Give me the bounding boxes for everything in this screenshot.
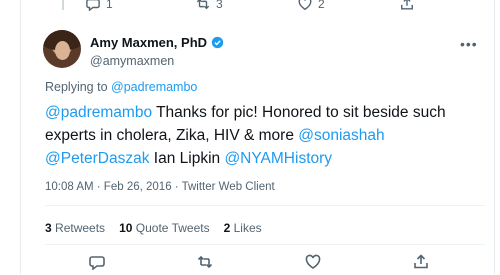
likes-stat[interactable]: 2 Likes — [224, 221, 262, 235]
previous-tweet-actions: 1 3 2 — [78, 0, 418, 13]
like-action-button[interactable] — [305, 254, 321, 275]
verified-badge-icon — [211, 36, 224, 49]
quote-tweets-stat[interactable]: 10 Quote Tweets — [119, 221, 210, 235]
retweet-action-button[interactable] — [197, 254, 213, 275]
like-count: 2 — [318, 0, 325, 11]
tweet-text: @padremambo Thanks for pic! Honored to s… — [45, 101, 485, 170]
share-action-button[interactable] — [413, 254, 429, 275]
likes-label: Likes — [233, 221, 262, 235]
retweets-stat[interactable]: 3 Retweets — [45, 221, 105, 235]
heart-icon — [298, 0, 312, 11]
retweet-count: 3 — [216, 0, 223, 11]
mention-soniashah[interactable]: @soniashah — [298, 127, 384, 144]
retweet-button[interactable]: 3 — [196, 0, 223, 11]
heart-icon — [305, 254, 321, 269]
retweet-icon — [197, 255, 213, 269]
author-avatar[interactable] — [43, 30, 81, 68]
retweet-icon — [196, 0, 210, 10]
reply-action-button[interactable] — [89, 254, 105, 275]
retweets-label: Retweets — [55, 221, 106, 235]
reply-icon — [89, 256, 105, 271]
mention-peterdaszak[interactable]: @PeterDaszak — [45, 150, 149, 167]
reply-button[interactable]: 1 — [86, 0, 113, 11]
share-icon — [414, 254, 428, 269]
tweet-body-text-2: Ian Lipkin — [149, 150, 225, 167]
mention-nyamhistory[interactable]: @NYAMHistory — [224, 150, 332, 167]
author-handle[interactable]: @amymaxmen — [90, 54, 224, 68]
tweet-actions — [45, 254, 485, 274]
retweets-count: 3 — [45, 221, 52, 235]
more-options-icon[interactable]: ••• — [460, 36, 478, 52]
divider-bottom — [45, 244, 485, 245]
replying-to-label: Replying to — [45, 80, 108, 94]
author-display-name: Amy Maxmen, PhD — [90, 35, 208, 50]
share-button[interactable] — [400, 0, 414, 11]
mention-padremambo[interactable]: @padremambo — [45, 104, 152, 121]
tweet-timestamp[interactable]: 10:08 AM · Feb 26, 2016 · Twitter Web Cl… — [45, 181, 275, 193]
likes-count: 2 — [223, 221, 231, 235]
reply-icon — [86, 0, 100, 11]
panel-border-left — [20, 0, 21, 274]
thread-line — [62, 0, 64, 10]
divider-top — [45, 205, 485, 206]
reply-count: 1 — [106, 0, 113, 11]
quote-tweets-count: 10 — [119, 221, 133, 235]
share-icon — [401, 0, 413, 10]
quote-tweets-label: Quote Tweets — [135, 221, 210, 235]
replying-to: Replying to @padremambo — [45, 80, 197, 94]
like-button[interactable]: 2 — [298, 0, 325, 11]
author-name[interactable]: Amy Maxmen, PhD — [90, 35, 224, 50]
panel-border-right — [494, 0, 495, 274]
author-info: Amy Maxmen, PhD @amymaxmen — [90, 34, 224, 68]
tweet-stats: 3 Retweets 10 Quote Tweets 2 Likes — [45, 221, 262, 235]
replying-to-mention[interactable]: @padremambo — [111, 80, 197, 94]
